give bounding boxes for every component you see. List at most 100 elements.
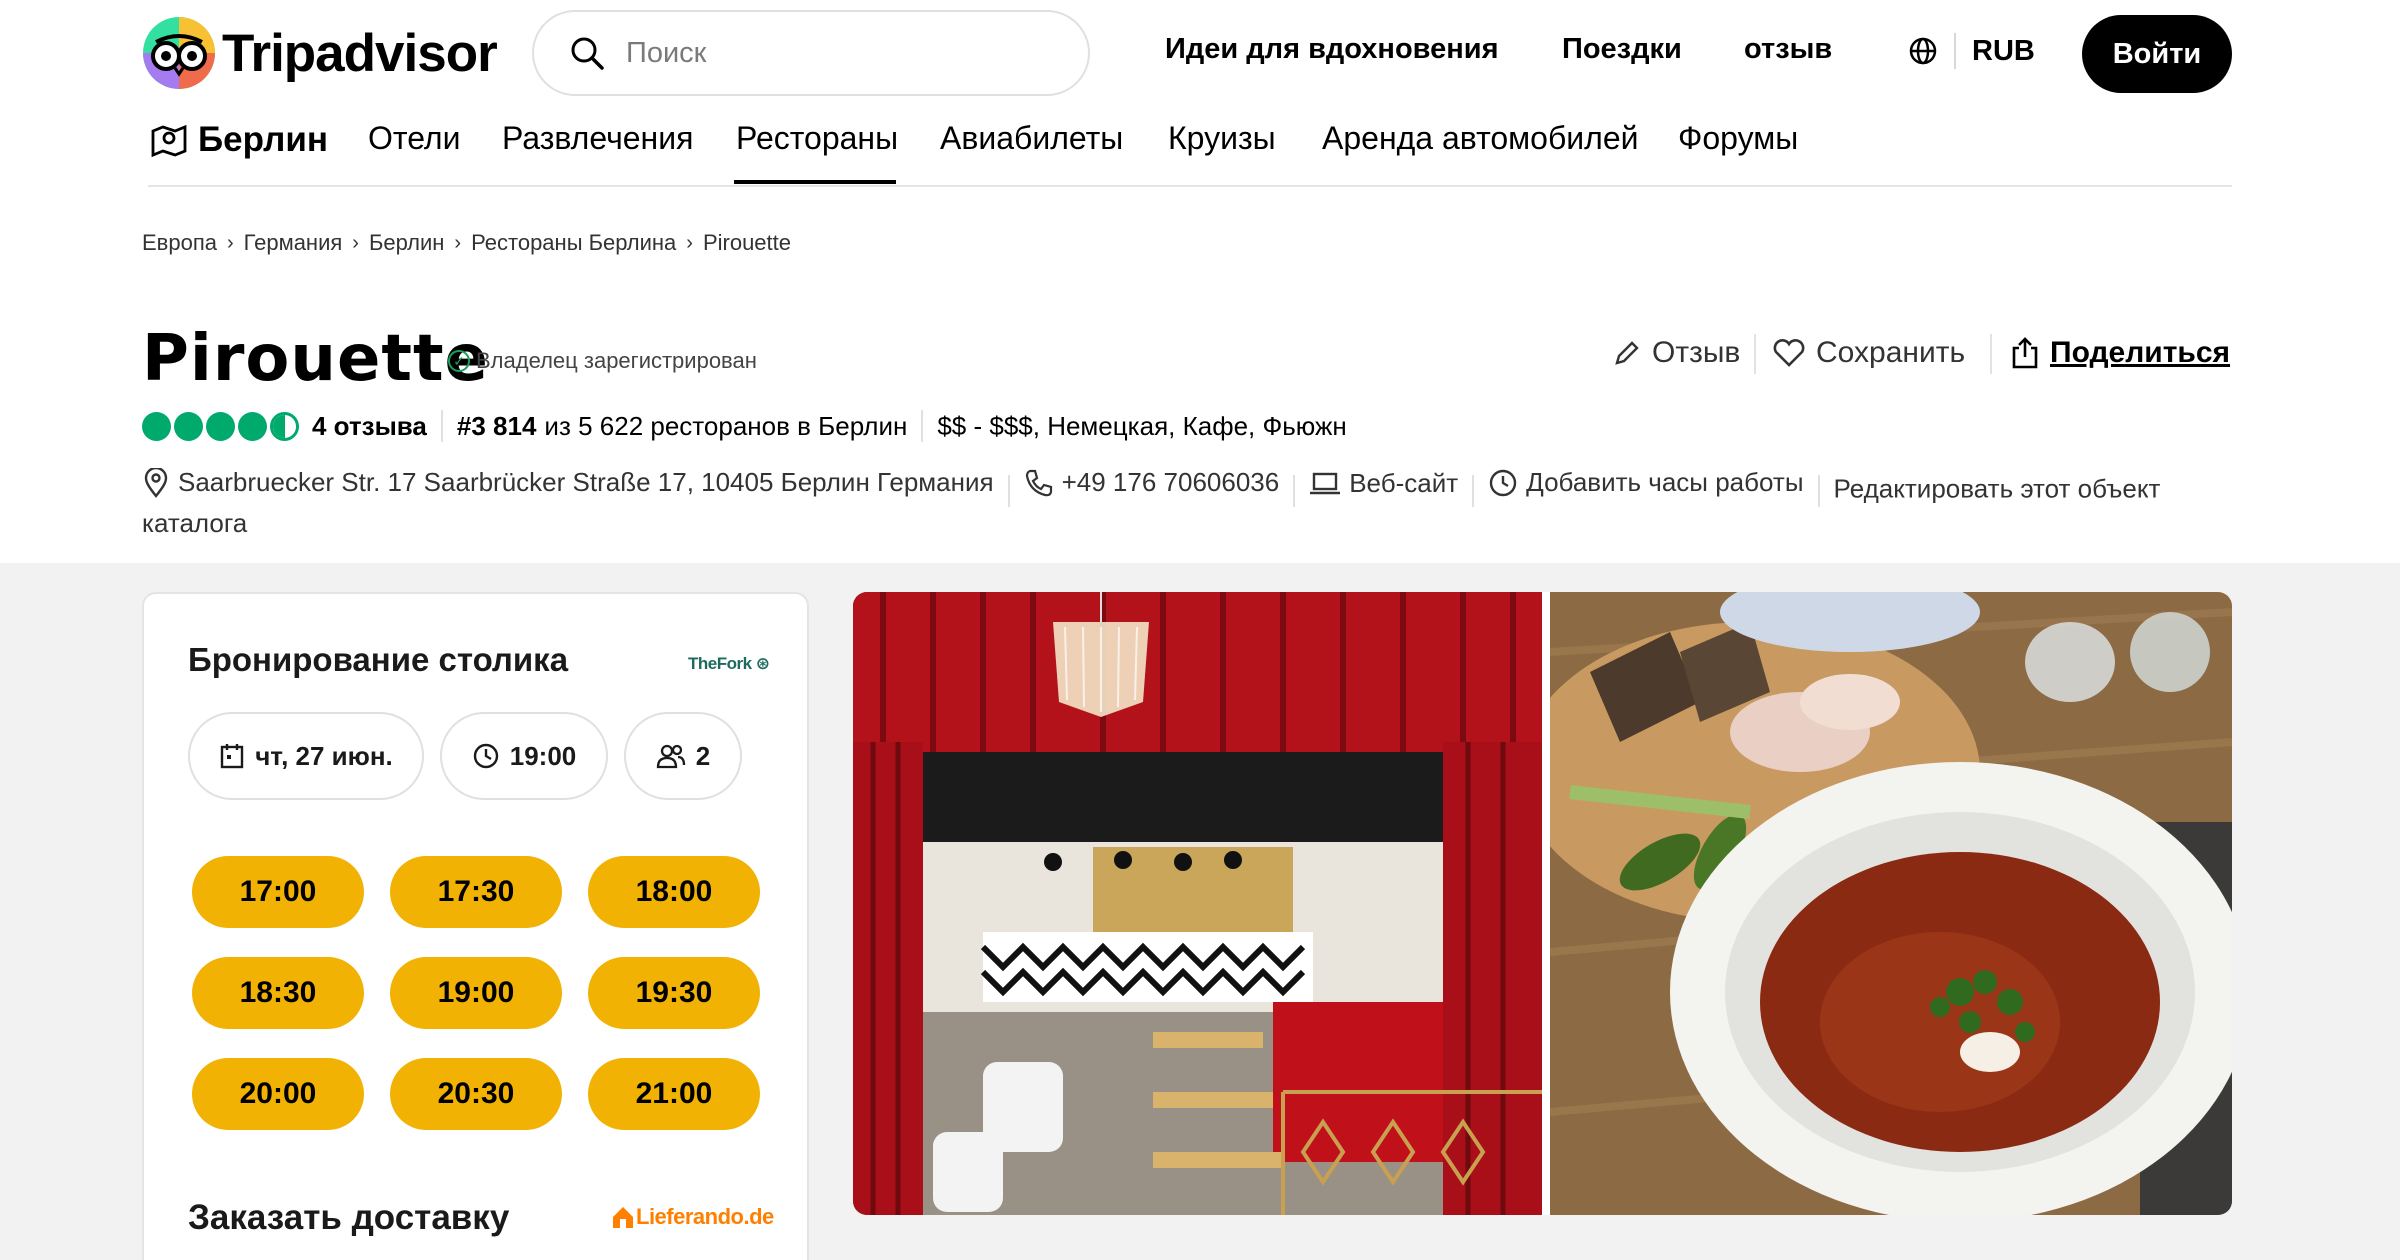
nav-inspiration[interactable]: Идеи для вдохновения xyxy=(1165,33,1499,66)
lieferando-logo[interactable]: Lieferando.de xyxy=(610,1204,774,1230)
share-button[interactable]: Поделиться xyxy=(2010,336,2230,370)
search-input[interactable] xyxy=(626,36,1046,70)
rating-bubble-full-icon xyxy=(238,411,267,441)
time-slot-button[interactable]: 18:00 xyxy=(588,856,760,928)
time-slot-button[interactable]: 18:30 xyxy=(192,957,364,1029)
guests-picker[interactable]: 2 xyxy=(624,712,742,800)
add-hours-link[interactable]: Добавить часы работы xyxy=(1488,466,1804,499)
cat-restaurants[interactable]: Рестораны xyxy=(736,120,898,157)
cat-attractions[interactable]: Развлечения xyxy=(502,120,693,157)
cat-hotels[interactable]: Отели xyxy=(368,120,460,157)
rating-row: 4 отзыва #3 814 из 5 622 ресторанов в Бе… xyxy=(142,410,1347,442)
photo-gallery[interactable] xyxy=(853,592,2232,1215)
chevron-right-icon: › xyxy=(226,231,234,254)
info-divider xyxy=(1817,474,1820,507)
currency-label: RUB xyxy=(1972,34,2035,67)
phone-link[interactable]: +49 176 70606036 xyxy=(1024,466,1280,499)
breadcrumb-europe[interactable]: Европа xyxy=(142,230,217,256)
interior-photo-image xyxy=(853,592,1542,1215)
pencil-icon xyxy=(1615,341,1639,365)
heart-icon xyxy=(1773,339,1805,367)
cat-flights[interactable]: Авиабилеты xyxy=(940,120,1123,157)
review-label: Отзыв xyxy=(1652,336,1741,369)
site-header: Tripadvisor Идеи для вдохновения Поездки… xyxy=(0,0,2400,190)
add-hours-text: Добавить часы работы xyxy=(1526,467,1804,497)
row-divider xyxy=(921,410,924,442)
cat-cruises[interactable]: Круизы xyxy=(1168,120,1276,157)
laptop-icon xyxy=(1310,472,1341,494)
nav-review[interactable]: отзыв xyxy=(1744,33,1832,66)
breadcrumb-current: Pirouette xyxy=(702,230,792,255)
date-value: чт, 27 июн. xyxy=(255,740,393,771)
interior-photo[interactable] xyxy=(853,592,1542,1215)
login-button[interactable]: Войти xyxy=(2082,15,2232,93)
share-label: Поделиться xyxy=(2050,336,2231,369)
clock-icon xyxy=(1489,469,1517,496)
breadcrumb-restaurants[interactable]: Рестораны Берлина xyxy=(471,230,676,256)
map-pin-icon xyxy=(151,124,187,158)
price-cuisine: $$ - $$$, Немецкая, Кафе, Фьюжн xyxy=(937,410,1347,441)
time-slot-button[interactable]: 21:00 xyxy=(588,1058,760,1130)
rank-number[interactable]: #3 814 xyxy=(457,411,537,442)
info-row: Saarbruecker Str. 17 Saarbrücker Straße … xyxy=(142,466,2232,540)
header-divider xyxy=(148,185,2232,187)
location-link[interactable]: Берлин xyxy=(150,120,328,160)
breadcrumb: Европа › Германия › Берлин › Рестораны Б… xyxy=(142,230,791,256)
chevron-right-icon: › xyxy=(352,231,359,254)
time-slot-button[interactable]: 20:30 xyxy=(390,1058,562,1130)
lang-divider xyxy=(1954,33,1956,69)
phone-icon xyxy=(1025,469,1052,496)
save-button[interactable]: Сохранить xyxy=(1772,336,1965,370)
rating-bubble-half-icon xyxy=(270,411,299,441)
search-icon xyxy=(571,37,604,70)
website-link[interactable]: Веб-сайт xyxy=(1309,467,1458,500)
time-picker[interactable]: 19:00 xyxy=(440,712,608,800)
breadcrumb-berlin[interactable]: Берлин xyxy=(369,230,444,256)
currency-selector[interactable]: RUB xyxy=(1908,33,2035,69)
info-divider xyxy=(1472,474,1475,507)
action-divider xyxy=(1754,334,1756,374)
website-text: Веб-сайт xyxy=(1349,468,1459,498)
share-icon xyxy=(2012,337,2038,369)
globe-icon xyxy=(1909,37,1937,65)
time-slot-button[interactable]: 19:00 xyxy=(390,957,562,1029)
logo-text: Tripadvisor xyxy=(222,23,498,83)
rating-bubbles xyxy=(142,411,302,441)
owner-badge-label: Владелец зарегистрирован xyxy=(476,348,757,373)
guests-value: 2 xyxy=(695,740,711,771)
info-divider xyxy=(1007,474,1010,507)
rank-text: из 5 622 ресторанов в Берлин xyxy=(544,410,908,441)
nav-trips[interactable]: Поездки xyxy=(1562,33,1682,66)
time-slot-button[interactable]: 19:30 xyxy=(588,957,760,1029)
chevron-right-icon: › xyxy=(686,231,693,254)
time-slot-button[interactable]: 17:00 xyxy=(192,856,364,928)
calendar-icon xyxy=(221,744,244,769)
rating-bubble-full-icon xyxy=(174,411,203,441)
people-icon xyxy=(656,744,685,769)
tripadvisor-logo[interactable]: Tripadvisor xyxy=(142,16,498,90)
lieferando-label: Lieferando.de xyxy=(636,1204,774,1229)
address-link[interactable]: Saarbruecker Str. 17 Saarbrücker Straße … xyxy=(142,466,994,499)
review-count-link[interactable]: 4 отзыва xyxy=(312,411,427,442)
booking-card: Бронирование столика TheFork ⊛ чт, 27 ию… xyxy=(142,592,809,1260)
info-divider xyxy=(1293,474,1296,507)
time-slot-button[interactable]: 17:30 xyxy=(390,856,562,928)
thefork-label: TheFork xyxy=(688,654,752,673)
owner-badge: ✓ Владелец зарегистрирован xyxy=(448,348,757,374)
breadcrumb-germany[interactable]: Германия xyxy=(244,230,343,256)
phone-text: +49 176 70606036 xyxy=(1061,467,1280,497)
date-picker[interactable]: чт, 27 июн. xyxy=(188,712,424,800)
search-bar[interactable] xyxy=(532,10,1090,96)
verified-check-icon: ✓ xyxy=(448,350,470,372)
time-slot-button[interactable]: 20:00 xyxy=(192,1058,364,1130)
time-value: 19:00 xyxy=(509,740,577,771)
action-divider xyxy=(1990,334,1992,374)
house-icon xyxy=(613,1207,633,1228)
cat-car-rental[interactable]: Аренда автомобилей xyxy=(1322,120,1639,157)
review-button[interactable]: Отзыв xyxy=(1612,336,1740,370)
food-photo[interactable] xyxy=(1550,592,2232,1215)
photo-divider xyxy=(1542,592,1550,1215)
cat-forums[interactable]: Форумы xyxy=(1678,120,1798,157)
thefork-logo: TheFork ⊛ xyxy=(688,654,770,673)
rating-bubble-full-icon xyxy=(142,411,171,441)
